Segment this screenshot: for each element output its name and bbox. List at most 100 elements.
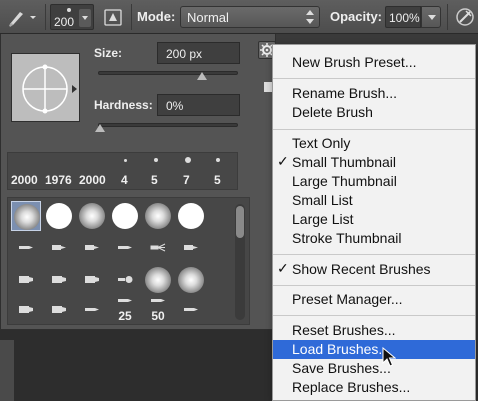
menu-item-label: Large List (292, 211, 354, 227)
recent-brushes: 2000 1976 2000 4 5 7 5 (7, 152, 238, 190)
brush-tip-dot (67, 8, 71, 12)
brush-preset[interactable] (44, 201, 74, 231)
mode-select[interactable]: Normal (180, 6, 320, 28)
mode-label: Mode: (137, 9, 176, 24)
recent-brush[interactable]: 7 (176, 153, 204, 189)
preset-scrollbar[interactable] (235, 204, 245, 320)
menu-item-new-brush-preset[interactable]: New Brush Preset... (273, 53, 475, 72)
hardness-value: 0% (166, 99, 184, 113)
brush-preset[interactable] (143, 201, 173, 231)
flat-brush-icon (19, 306, 33, 313)
menu-separator (273, 78, 475, 79)
menu-item-preset-manager[interactable]: Preset Manager... (273, 290, 475, 309)
menu-item-text-only[interactable]: Text Only (273, 134, 475, 153)
brush-preset[interactable] (176, 265, 206, 295)
pencil-brush-icon (118, 299, 132, 302)
menu-item-load-brushes[interactable]: Load Brushes... (273, 340, 475, 359)
menu-item-rename-brush[interactable]: Rename Brush... (273, 84, 475, 103)
menu-item-label: New Brush Preset... (292, 54, 417, 70)
checkmark-icon: ✓ (277, 153, 289, 169)
menu-item-save-brushes[interactable]: Save Brushes... (273, 359, 475, 378)
brush-preset[interactable] (176, 233, 206, 263)
size-slider-thumb[interactable] (196, 72, 207, 80)
size-value: 200 px (166, 47, 203, 61)
brush-preset[interactable] (11, 233, 41, 263)
menu-item-label: Small Thumbnail (292, 154, 397, 170)
brush-preset[interactable]: 50 (143, 293, 173, 323)
recent-brush[interactable]: 1976 (44, 153, 78, 189)
soft-round-brush-icon (145, 203, 171, 229)
divider (131, 4, 132, 30)
marker-brush-icon (85, 245, 99, 250)
recent-brush[interactable]: 5 (208, 153, 236, 189)
hardness-slider-track[interactable] (98, 123, 238, 127)
size-slider-track[interactable] (98, 71, 238, 75)
pencil-brush-icon (151, 299, 165, 302)
brush-preset[interactable] (110, 265, 140, 295)
brush-preset[interactable] (77, 265, 107, 295)
opacity-input[interactable]: 100% (385, 6, 421, 28)
hardness-input[interactable]: 0% (157, 94, 240, 116)
chevron-down-icon[interactable] (79, 9, 91, 27)
menu-item-delete-brush[interactable]: Delete Brush (273, 103, 475, 122)
hard-round-brush-icon (46, 203, 72, 229)
brush-preset[interactable] (11, 295, 41, 324)
marker-brush-icon (184, 245, 198, 250)
brush-tip-dot (185, 157, 191, 163)
brush-preset[interactable] (44, 295, 74, 324)
recent-brush-size: 5 (214, 173, 221, 187)
brush-preset[interactable] (110, 201, 140, 231)
size-input[interactable]: 200 px (157, 42, 240, 64)
brush-panel-menu: New Brush Preset... Rename Brush... Dele… (272, 44, 476, 401)
hardness-slider-thumb[interactable] (95, 124, 105, 132)
brush-preset-selected[interactable] (11, 201, 41, 231)
recent-brush[interactable]: 2000 (10, 153, 44, 189)
menu-item-replace-brushes[interactable]: Replace Brushes... (273, 378, 475, 397)
brush-preset[interactable] (176, 201, 206, 231)
brush-preset[interactable] (44, 233, 74, 263)
scrollbar-thumb[interactable] (236, 206, 244, 238)
brush-size-number: 25 (118, 309, 132, 323)
menu-item-show-recent-brushes[interactable]: ✓ Show Recent Brushes (273, 260, 475, 279)
brush-preset[interactable] (77, 295, 107, 324)
recent-brush[interactable]: 2000 (78, 153, 112, 189)
pencil-brush-icon (19, 246, 33, 249)
brush-preset[interactable] (143, 265, 173, 295)
brush-preset[interactable] (44, 265, 74, 295)
recent-brush[interactable]: 5 (145, 153, 173, 189)
brush-preset[interactable] (143, 233, 173, 263)
opacity-dropdown-button[interactable] (421, 6, 441, 28)
menu-separator (273, 315, 475, 316)
brush-preset-picker[interactable]: 200 (50, 4, 94, 30)
brush-preset[interactable] (77, 201, 107, 231)
menu-item-small-thumbnail[interactable]: ✓ Small Thumbnail (273, 153, 475, 172)
airbrush-icon[interactable] (454, 6, 476, 28)
hard-round-brush-icon (178, 203, 204, 229)
soft-round-brush-icon (79, 203, 105, 229)
round-brush-icon (118, 276, 133, 283)
pencil-brush-icon (118, 246, 132, 249)
recent-brush-size: 7 (183, 173, 190, 187)
menu-item-large-thumbnail[interactable]: Large Thumbnail (273, 172, 475, 191)
recent-brush[interactable]: 4 (114, 153, 142, 189)
recent-brush-size: 1976 (45, 173, 72, 187)
opacity-label: Opacity: (330, 9, 383, 24)
recent-brush-size: 2000 (79, 173, 106, 187)
hardness-label: Hardness: (94, 98, 153, 112)
opacity-value: 100% (389, 11, 420, 25)
menu-item-stroke-thumbnail[interactable]: Stroke Thumbnail (273, 229, 475, 248)
menu-item-label: Large Thumbnail (292, 173, 397, 189)
menu-item-reset-brushes[interactable]: Reset Brushes... (273, 321, 475, 340)
menu-item-small-list[interactable]: Small List (273, 191, 475, 210)
menu-item-large-list[interactable]: Large List (273, 210, 475, 229)
size-label: Size: (94, 46, 123, 60)
brush-preset[interactable]: 25 (110, 293, 140, 323)
brush-panel-toggle-icon[interactable] (103, 7, 123, 27)
canvas-area (0, 330, 276, 401)
brush-preset[interactable] (11, 265, 41, 295)
brush-angle-preview[interactable] (11, 53, 80, 122)
brush-preset[interactable] (77, 233, 107, 263)
brush-preset[interactable] (110, 233, 140, 263)
brush-tool-icon[interactable] (6, 6, 40, 28)
brush-preset[interactable] (176, 295, 206, 324)
